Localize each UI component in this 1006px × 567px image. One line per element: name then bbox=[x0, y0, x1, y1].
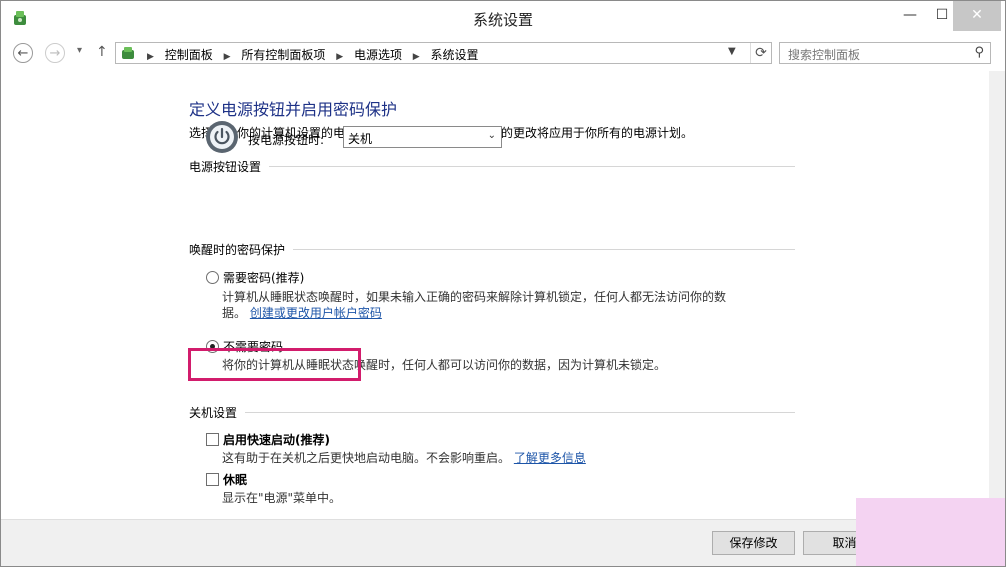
content-area: 定义电源按钮并启用密码保护 选择要为你的计算机设置的电源设置。在此页上对设置所做… bbox=[1, 71, 1005, 519]
select-value: 关机 bbox=[348, 132, 373, 146]
section-label: 电源按钮设置 bbox=[189, 158, 270, 175]
fast-startup-description: 这有助于在关机之后更快地启动电脑。不会影响重启。 了解更多信息 bbox=[222, 451, 586, 465]
fast-startup-highlight-box bbox=[188, 348, 361, 381]
control-panel-icon bbox=[122, 47, 134, 59]
address-history-dropdown-icon[interactable]: ▼ bbox=[728, 46, 736, 57]
footer-bar: 保存修改 取消 bbox=[1, 519, 1005, 566]
section-label: 唤醒时的密码保护 bbox=[189, 241, 294, 258]
page-title: 定义电源按钮并启用密码保护 bbox=[189, 100, 398, 119]
system-settings-window: 系统设置 — ☐ ✕ ← → ▾ ↑ ▶ 控制面板 ▶ 所有控制面板项 ▶ 电源… bbox=[0, 0, 1006, 567]
power-button-action-select[interactable]: 关机 ⌄ bbox=[343, 126, 502, 148]
breadcrumb-separator-icon: ▶ bbox=[147, 52, 154, 62]
require-password-description: 计算机从睡眠状态唤醒时，如果未输入正确的密码来解除计算机锁定，任何人都无法访问你… bbox=[222, 290, 727, 304]
breadcrumb-item[interactable]: 系统设置 bbox=[431, 48, 479, 62]
require-password-label[interactable]: 需要密码(推荐) bbox=[223, 269, 304, 286]
hibernate-label[interactable]: 休眠 bbox=[223, 471, 247, 488]
up-button[interactable]: ↑ bbox=[96, 44, 108, 60]
breadcrumb-separator-icon[interactable]: ▶ bbox=[413, 52, 420, 62]
breadcrumb-item[interactable]: 电源选项 bbox=[354, 48, 402, 62]
breadcrumb-separator-icon[interactable]: ▶ bbox=[336, 52, 343, 62]
power-button-label: 按电源按钮时: bbox=[248, 133, 325, 147]
fast-startup-checkbox[interactable] bbox=[206, 433, 219, 446]
title-bar: 系统设置 — ☐ ✕ bbox=[1, 1, 1005, 35]
shutdown-section: 关机设置 bbox=[189, 404, 795, 421]
search-placeholder: 搜索控制面板 bbox=[788, 48, 861, 62]
chevron-down-icon: ⌄ bbox=[487, 130, 496, 141]
hibernate-description: 显示在"电源"菜单中。 bbox=[222, 491, 342, 505]
create-password-link[interactable]: 创建或更改用户帐户密码 bbox=[250, 306, 382, 320]
minimize-button[interactable]: — bbox=[893, 1, 927, 31]
forward-button[interactable]: → bbox=[45, 43, 65, 63]
close-button[interactable]: ✕ bbox=[953, 1, 1001, 31]
vertical-scrollbar[interactable] bbox=[989, 71, 1005, 519]
fast-startup-label[interactable]: 启用快速启动(推荐) bbox=[223, 431, 330, 448]
section-label: 关机设置 bbox=[189, 404, 246, 421]
breadcrumb-item[interactable]: 控制面板 bbox=[165, 48, 213, 62]
recent-locations-dropdown-icon[interactable]: ▾ bbox=[77, 45, 82, 56]
search-box[interactable]: 搜索控制面板 ⚲ bbox=[779, 42, 991, 64]
address-bar[interactable]: ▶ 控制面板 ▶ 所有控制面板项 ▶ 电源选项 ▶ 系统设置 ▼ ⟳ bbox=[115, 42, 772, 64]
learn-more-link[interactable]: 了解更多信息 bbox=[514, 451, 586, 465]
window-title: 系统设置 bbox=[472, 11, 533, 29]
hibernate-checkbox[interactable] bbox=[206, 473, 219, 486]
search-icon[interactable]: ⚲ bbox=[974, 45, 984, 60]
power-button-section: 电源按钮设置 bbox=[189, 158, 795, 175]
breadcrumb-separator-icon[interactable]: ▶ bbox=[224, 52, 231, 62]
breadcrumb-item[interactable]: 所有控制面板项 bbox=[241, 48, 325, 62]
back-button[interactable]: ← bbox=[13, 43, 33, 63]
power-icon bbox=[206, 121, 238, 153]
navigation-bar: ← → ▾ ↑ ▶ 控制面板 ▶ 所有控制面板项 ▶ 电源选项 ▶ 系统设置 ▼… bbox=[1, 35, 1005, 71]
save-changes-button[interactable]: 保存修改 bbox=[712, 531, 795, 555]
breadcrumb: ▶ 控制面板 ▶ 所有控制面板项 ▶ 电源选项 ▶ 系统设置 bbox=[140, 46, 479, 63]
watermark-overlay bbox=[856, 498, 1005, 566]
wake-password-section: 唤醒时的密码保护 bbox=[189, 241, 795, 258]
require-password-radio[interactable] bbox=[206, 271, 219, 284]
refresh-icon[interactable]: ⟳ bbox=[750, 43, 771, 63]
require-password-description-continued: 据。 创建或更改用户帐户密码 bbox=[222, 306, 382, 320]
